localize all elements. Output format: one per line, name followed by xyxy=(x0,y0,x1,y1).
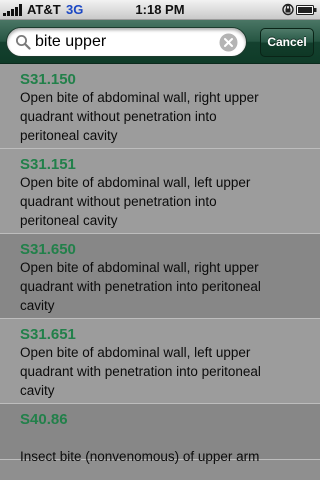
search-bar: Cancel xyxy=(0,20,320,64)
search-icon xyxy=(16,35,31,50)
result-code: S40.86 xyxy=(20,411,68,428)
result-description: Insect bite (nonvenomous) of upper arm xyxy=(20,449,260,464)
rotation-lock-icon xyxy=(282,3,294,16)
battery-icon xyxy=(296,5,317,15)
result-row[interactable]: S31.151 Open bite of abdominal wall, lef… xyxy=(0,149,320,234)
result-description: Open bite of abdominal wall, right upper… xyxy=(20,90,259,143)
result-description: Open bite of abdominal wall, left upper … xyxy=(20,175,251,228)
result-code: S31.150 xyxy=(20,71,76,88)
status-time: 1:18 PM xyxy=(135,2,185,17)
result-description: Open bite of abdominal wall, left upper … xyxy=(20,345,261,398)
status-bar: AT&T 3G 1:18 PM xyxy=(0,0,320,20)
result-row[interactable]: S31.650 Open bite of abdominal wall, rig… xyxy=(0,234,320,319)
cancel-button[interactable]: Cancel xyxy=(260,28,314,57)
result-description: Open bite of abdominal wall, right upper… xyxy=(20,260,261,313)
result-code: S31.151 xyxy=(20,156,76,173)
result-row[interactable]: S40.86 Insect bite (nonvenomous) of uppe… xyxy=(0,404,320,464)
result-row[interactable]: S31.150 Open bite of abdominal wall, rig… xyxy=(0,64,320,149)
result-code: S31.650 xyxy=(20,241,76,258)
results-list: S31.150 Open bite of abdominal wall, rig… xyxy=(0,64,320,480)
search-field[interactable] xyxy=(6,27,247,57)
result-code: S31.651 xyxy=(20,326,76,343)
result-row[interactable]: S31.651 Open bite of abdominal wall, lef… xyxy=(0,319,320,404)
search-input[interactable] xyxy=(35,32,215,52)
clear-search-icon[interactable] xyxy=(219,33,238,52)
